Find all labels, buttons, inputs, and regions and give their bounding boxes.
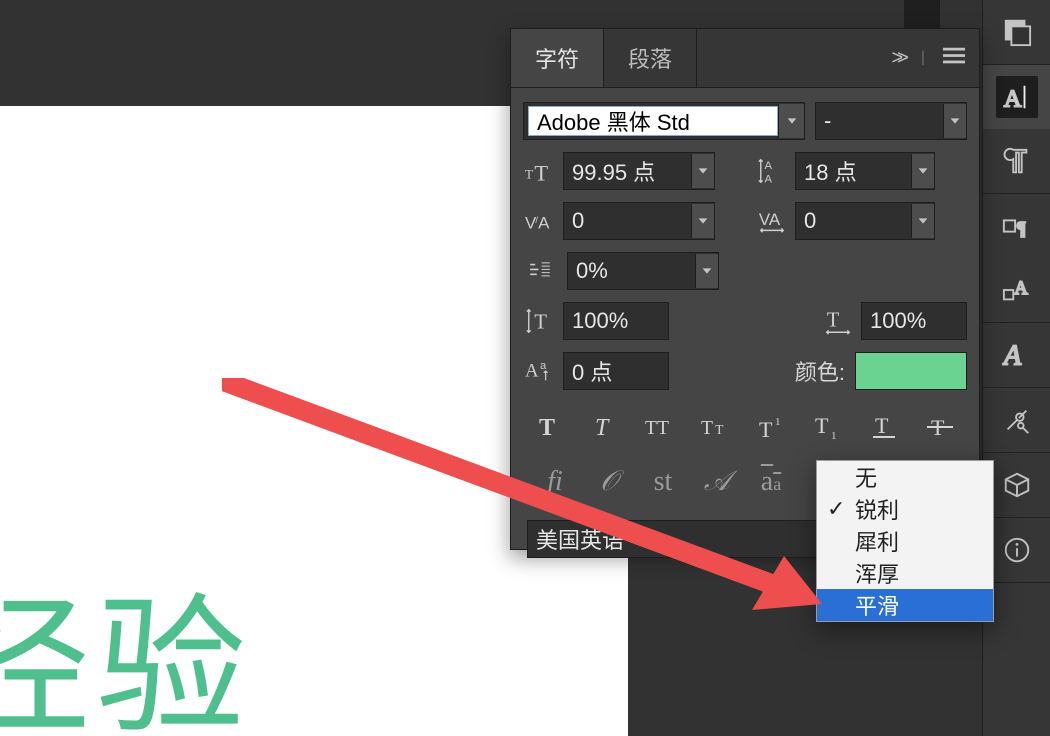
svg-text:A: A <box>1002 340 1022 370</box>
svg-text:¶: ¶ <box>1017 218 1026 239</box>
svg-text:T: T <box>701 418 713 439</box>
font-size-field[interactable] <box>563 152 715 190</box>
width-scale-icon <box>523 254 557 288</box>
horizontal-scale-input[interactable] <box>862 308 966 334</box>
leading-input[interactable] <box>796 158 911 184</box>
leading-field[interactable] <box>795 152 935 190</box>
text-style-toggles: T T TT TT T1 T1 T T <box>523 402 967 450</box>
kerning-input[interactable] <box>564 208 691 234</box>
font-size-icon: TT <box>523 154 557 188</box>
tab-paragraph[interactable]: 段落 <box>604 29 697 87</box>
svg-text:A: A <box>538 214 550 233</box>
bold-toggle[interactable]: T <box>529 408 569 444</box>
vertical-scale-field[interactable] <box>563 302 669 340</box>
svg-text:T: T <box>715 422 723 437</box>
svg-text:VA: VA <box>759 210 781 229</box>
canvas-sample-text[interactable]: 经验 <box>0 546 252 736</box>
baseline-shift-icon: Aa <box>523 354 557 388</box>
antialias-option-crisp[interactable]: 犀利 <box>817 525 993 557</box>
font-family-input[interactable] <box>528 106 778 136</box>
font-style-field[interactable] <box>815 102 967 140</box>
svg-text:T: T <box>595 415 610 439</box>
italic-toggle[interactable]: T <box>585 408 625 444</box>
rail-character-icon[interactable]: A <box>983 65 1050 129</box>
rail-opentype-icon[interactable]: A <box>983 323 1050 387</box>
contextual-toggle[interactable]: 𝒪 <box>589 466 629 498</box>
panel-collapse-icon[interactable]: >> <box>891 47 902 70</box>
svg-text:T: T <box>539 415 555 439</box>
right-panel-rail: A ¶ A A <box>982 0 1050 736</box>
panel-tabs: 字符 段落 >> | <box>511 29 979 88</box>
stylistic-toggle[interactable]: aa <box>751 466 791 498</box>
superscript-toggle[interactable]: T1 <box>753 408 793 444</box>
svg-text:T: T <box>759 417 773 439</box>
font-family-dropdown-icon[interactable] <box>778 104 804 138</box>
kerning-field[interactable] <box>563 202 715 240</box>
svg-text:T: T <box>534 160 548 185</box>
allcaps-toggle[interactable]: TT <box>641 408 681 444</box>
text-color-swatch[interactable] <box>855 352 967 390</box>
leading-icon: AA <box>755 154 789 188</box>
strikethrough-toggle[interactable]: T <box>921 408 961 444</box>
swash-toggle[interactable]: 𝒜 <box>697 466 737 498</box>
svg-text:A: A <box>765 173 773 185</box>
rail-styles-icon[interactable]: A <box>983 258 1050 322</box>
baseline-shift-field[interactable] <box>563 352 669 390</box>
ligatures-toggle[interactable]: fi <box>535 466 575 498</box>
svg-text:T: T <box>827 310 840 332</box>
tab-character[interactable]: 字符 <box>511 29 604 87</box>
svg-text:A: A <box>1014 278 1028 299</box>
rail-tools-icon[interactable] <box>983 388 1050 452</box>
smallcaps-toggle[interactable]: TT <box>697 408 737 444</box>
color-label: 颜色: <box>795 355 845 387</box>
svg-text:T: T <box>525 167 533 182</box>
svg-text:T: T <box>875 413 889 438</box>
svg-text:A: A <box>765 160 773 172</box>
tracking-field[interactable] <box>795 202 935 240</box>
svg-text:1: 1 <box>775 416 781 428</box>
vertical-scale-icon: T <box>523 304 557 338</box>
underline-toggle[interactable]: T <box>865 408 905 444</box>
horizontal-scale-field[interactable] <box>861 302 967 340</box>
antialias-option-none[interactable]: 无 <box>817 461 993 493</box>
tracking-icon: VA <box>755 204 789 238</box>
chevron-down-icon[interactable] <box>691 204 714 238</box>
chevron-down-icon[interactable] <box>691 154 714 188</box>
svg-text:a: a <box>540 360 547 372</box>
chevron-down-icon[interactable] <box>911 204 934 238</box>
chevron-down-icon[interactable] <box>911 154 934 188</box>
font-size-input[interactable] <box>564 158 691 184</box>
svg-text:A: A <box>525 361 539 382</box>
svg-text:1: 1 <box>831 430 837 439</box>
antialias-option-strong[interactable]: 浑厚 <box>817 557 993 589</box>
discretionary-toggle[interactable]: st <box>643 466 683 498</box>
svg-text:T: T <box>534 312 547 334</box>
kerning-icon: V/A <box>523 204 557 238</box>
horizontal-scale-icon: T <box>821 304 855 338</box>
vertical-scale-input[interactable] <box>564 308 668 334</box>
svg-text:T: T <box>815 413 829 438</box>
baseline-shift-input[interactable] <box>564 358 668 384</box>
font-family-field[interactable] <box>523 102 805 140</box>
subscript-toggle[interactable]: T1 <box>809 408 849 444</box>
rail-glyphs-icon[interactable]: ¶ <box>983 194 1050 258</box>
chevron-down-icon[interactable] <box>695 254 718 288</box>
panel-menu-icon[interactable] <box>943 47 965 70</box>
tracking-input[interactable] <box>796 208 911 234</box>
antialias-option-sharp[interactable]: 锐利 <box>817 493 993 525</box>
rail-paragraph-icon[interactable] <box>983 129 1050 193</box>
font-style-input[interactable] <box>816 108 943 134</box>
app-chrome-corner <box>904 0 940 30</box>
font-style-dropdown-icon[interactable] <box>943 104 966 138</box>
rail-swatches-icon[interactable] <box>983 0 1050 64</box>
width-scale-field[interactable] <box>567 252 719 290</box>
antialias-option-smooth[interactable]: 平滑 <box>817 589 993 621</box>
svg-text:TT: TT <box>645 418 669 439</box>
svg-text:A: A <box>1003 85 1021 112</box>
width-scale-input[interactable] <box>568 258 695 284</box>
antialias-dropdown-menu: 无 锐利 犀利 浑厚 平滑 <box>816 460 994 622</box>
